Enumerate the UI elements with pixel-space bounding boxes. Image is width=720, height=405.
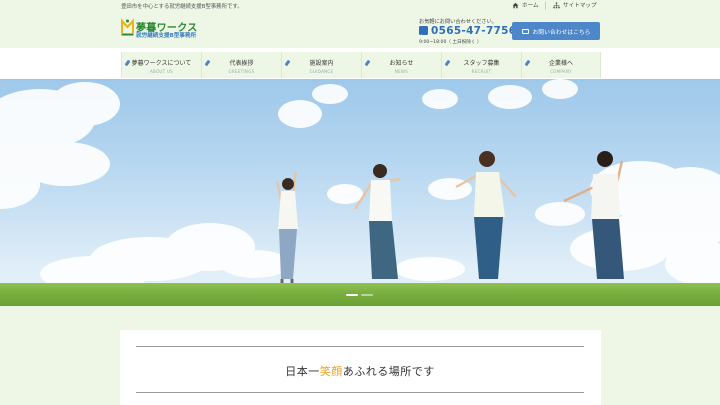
nav-item-label: スタッフ募集 — [463, 60, 500, 67]
nav-item-label: 施設案内 — [309, 60, 334, 67]
contact-lead-text: お気軽にお問い合わせください。 — [419, 19, 497, 25]
nav-item-label: 代表挨拶 — [229, 60, 254, 67]
slider-dot-active[interactable] — [346, 294, 358, 296]
top-strip — [0, 0, 720, 12]
logo-mark-icon[interactable] — [121, 18, 134, 36]
sitemap-link-label: サイトマップ — [563, 3, 597, 9]
headline-pre: 日本一 — [285, 365, 320, 378]
nav-item-label: 企業様へ — [548, 60, 573, 67]
nav-item-sub: GUIDANCE — [309, 69, 334, 74]
hero-slider[interactable] — [0, 79, 720, 306]
mail-icon — [521, 28, 529, 34]
home-icon — [512, 2, 519, 8]
headline-highlight: 笑顔 — [319, 365, 343, 378]
logo-subtitle: 就労継続支援B型事務所 — [136, 33, 197, 39]
nav-item-about[interactable]: 夢暮ワークスについて ABOUT US — [121, 52, 201, 78]
nav-item-recruit[interactable]: スタッフ募集 RECRUIT — [441, 52, 521, 78]
contact-button-label: お問い合わせはこちら — [532, 29, 591, 36]
nav-item-label: 夢暮ワークスについて — [131, 60, 192, 67]
intro-headline: 日本一笑顔あふれる場所です — [0, 363, 720, 379]
person-2 — [354, 164, 401, 279]
phone-icon — [419, 26, 428, 40]
site-header — [0, 12, 720, 48]
nav-item-news[interactable]: お知らせ NEWS — [361, 52, 441, 78]
nav-item-sub: ABOUT US — [149, 69, 174, 74]
nav-item-sub: NEWS — [394, 69, 409, 74]
divider-bottom — [136, 392, 584, 393]
nav-item-sub: GREETINGS — [228, 69, 255, 74]
nav-item-guidance[interactable]: 施設案内 GUIDANCE — [281, 52, 361, 78]
sitemap-icon — [553, 1, 560, 8]
nav-item-greetings[interactable]: 代表挨拶 GREETINGS — [201, 52, 281, 78]
divider-top — [136, 346, 584, 347]
site-tagline: 豊田市を中心とする就労継続支援B型事務所です。 — [121, 4, 243, 10]
contact-button[interactable]: お問い合わせはこちら — [512, 22, 600, 40]
grass-field — [0, 283, 720, 306]
home-link-label: ホーム — [522, 3, 539, 9]
headline-post: あふれる場所です — [342, 365, 435, 378]
utility-divider — [545, 2, 546, 10]
home-link[interactable]: ホーム — [512, 1, 539, 9]
person-3 — [455, 151, 517, 279]
nav-item-label: お知らせ — [389, 60, 414, 67]
hero-image — [0, 79, 720, 292]
nav-item-sub: COMPANY — [550, 69, 572, 74]
main-nav: 夢暮ワークスについて ABOUT US 代表挨拶 GREETINGS 施設案内 … — [121, 52, 601, 78]
nav-item-company[interactable]: 企業様へ COMPANY — [521, 52, 601, 78]
sitemap-link[interactable]: サイトマップ — [553, 1, 597, 9]
nav-item-sub: RECRUIT — [471, 69, 492, 74]
slider-dot[interactable] — [361, 294, 373, 296]
business-hours: 9:00~18:00（ 土日祝除く ） — [419, 40, 482, 45]
phone-number[interactable]: 0565-47-7756 — [431, 25, 516, 37]
